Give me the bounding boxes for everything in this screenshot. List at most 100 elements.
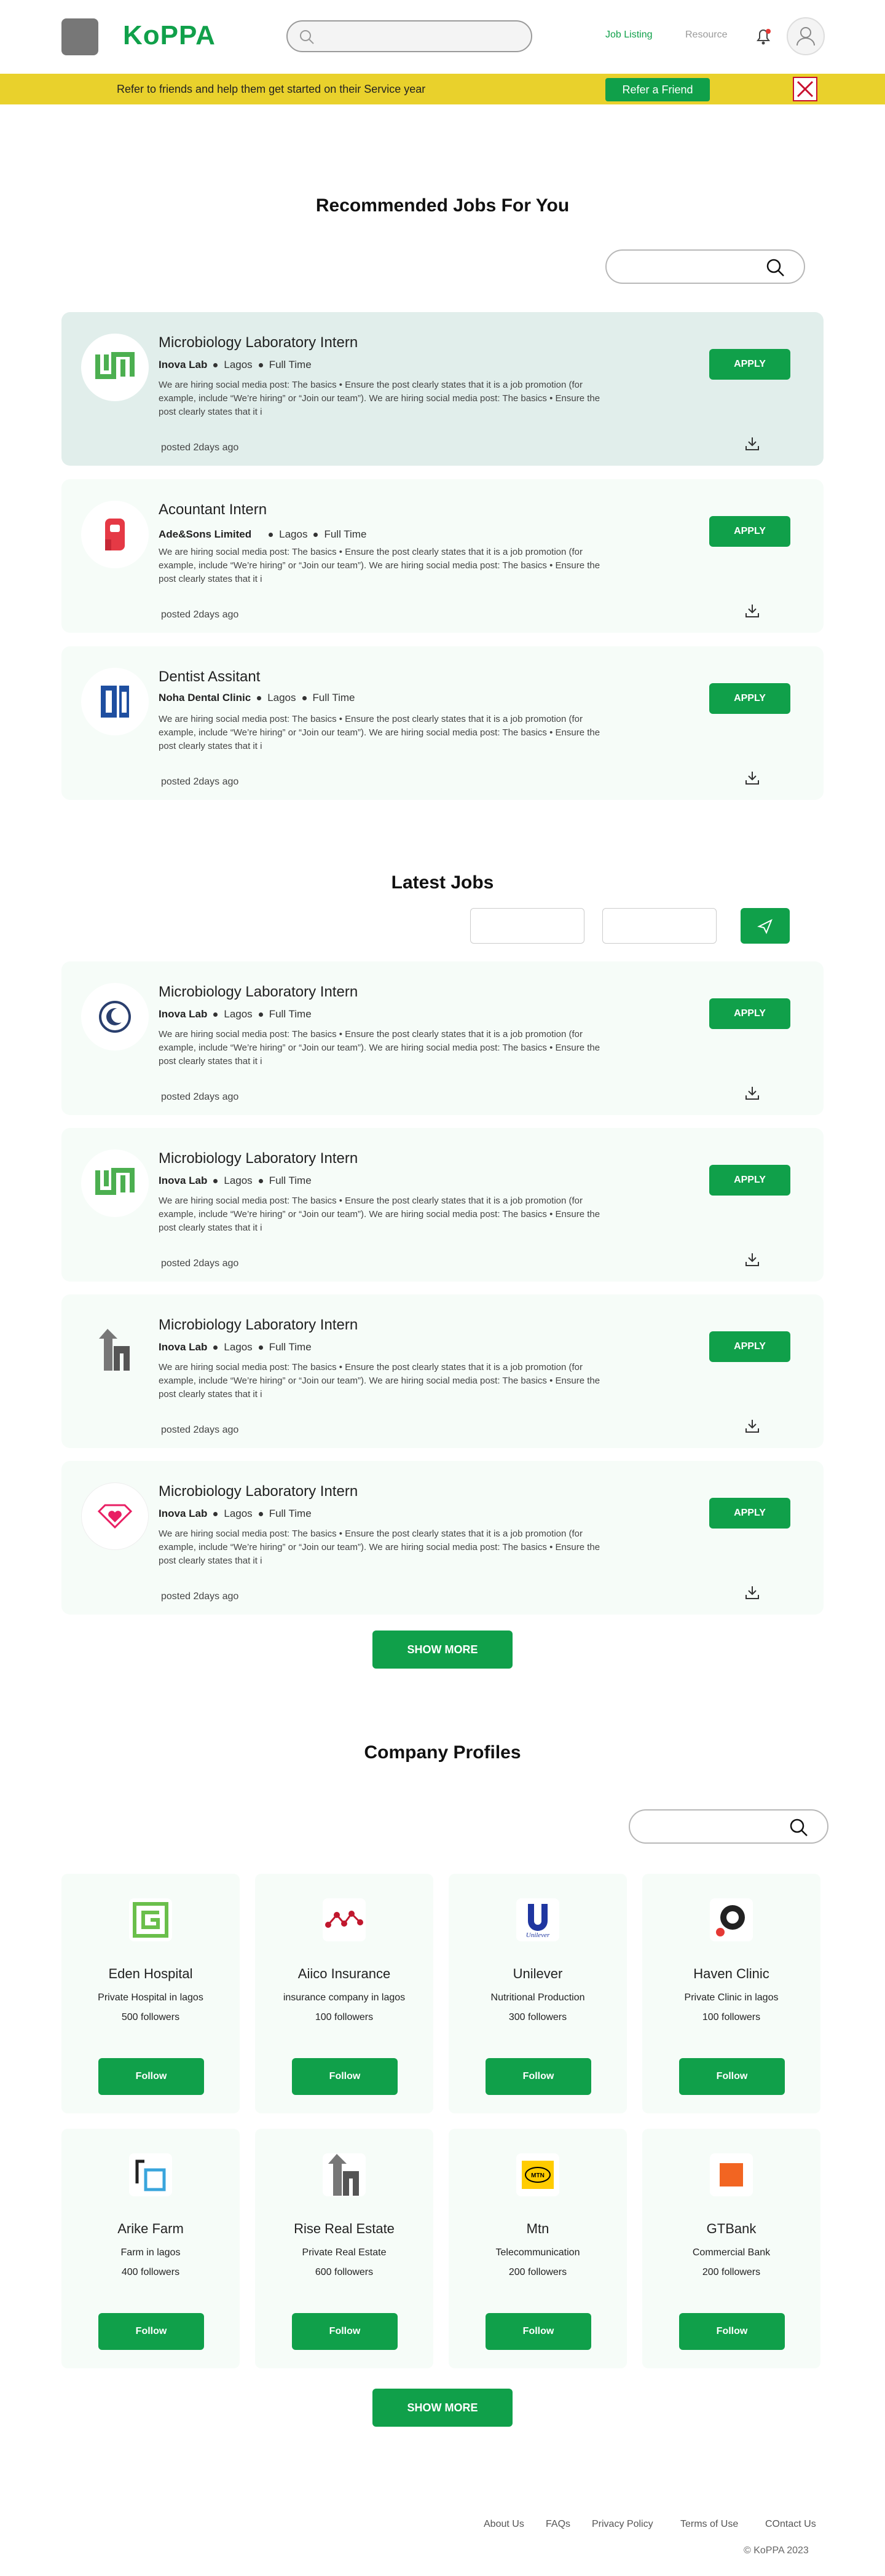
company-followers: 500 followers [121, 2012, 180, 2022]
separator-dot [213, 1345, 218, 1350]
follow-button[interactable]: Follow [486, 2313, 591, 2350]
apply-button[interactable]: APPLY [709, 1498, 790, 1529]
job-title[interactable]: Acountant Intern [159, 501, 267, 519]
job-posted-time: posted 2days ago [161, 609, 239, 620]
job-card[interactable]: Acountant Intern Ade&Sons Limited Lagos Fu… [61, 479, 824, 633]
job-card[interactable]: Microbiology Laboratory Intern Inova Lab… [61, 1128, 824, 1282]
company-name[interactable]: Arike Farm [61, 2221, 240, 2237]
company-card[interactable]: GTBank Commercial Bank 200 followers Fol… [642, 2129, 820, 2368]
download-icon[interactable] [744, 1417, 761, 1435]
company-card[interactable]: MTN Mtn Telecommunication 200 followers … [449, 2129, 627, 2368]
company-name[interactable]: Aiico Insurance [255, 1966, 433, 1982]
job-title[interactable]: Dentist Assitant [159, 668, 260, 686]
company-name[interactable]: Ade&Sons Limited [159, 528, 251, 541]
filter-submit-button[interactable] [741, 908, 790, 944]
company-name[interactable]: Inova Lab [159, 1341, 207, 1353]
referral-banner: Refer to friends and help them get start… [0, 74, 885, 104]
footer-link-faqs[interactable]: FAQs [546, 2519, 570, 2530]
download-icon[interactable] [744, 769, 761, 786]
follow-button[interactable]: Follow [486, 2058, 591, 2095]
filter-input-1[interactable] [470, 908, 584, 944]
footer-link-contact[interactable]: COntact Us [765, 2519, 816, 2530]
job-title[interactable]: Microbiology Laboratory Intern [159, 1483, 358, 1500]
company-name[interactable]: Eden Hospital [61, 1966, 240, 1982]
company-card[interactable]: Unilever Unilever Nutritional Production… [449, 1874, 627, 2113]
apply-button[interactable]: APPLY [709, 1331, 790, 1362]
company-card[interactable]: Eden Hospital Private Hospital in lagos … [61, 1874, 240, 2113]
company-card[interactable]: Haven Clinic Private Clinic in lagos 100… [642, 1874, 820, 2113]
company-name[interactable]: Inova Lab [159, 1008, 207, 1020]
company-name[interactable]: Unilever [449, 1966, 627, 1982]
follow-button[interactable]: Follow [292, 2058, 398, 2095]
search-input[interactable] [286, 20, 532, 52]
recommended-search-input[interactable] [605, 249, 805, 284]
separator-dot [258, 1345, 263, 1350]
company-followers: 100 followers [702, 2012, 761, 2022]
company-type: Farm in lagos [120, 2247, 181, 2258]
brand-name[interactable]: KoPPA [123, 20, 216, 51]
company-logo [81, 501, 149, 568]
follow-button[interactable]: Follow [98, 2313, 204, 2350]
job-title[interactable]: Microbiology Laboratory Intern [159, 1150, 358, 1167]
job-description: We are hiring social media post: The bas… [159, 1362, 600, 1400]
company-name[interactable]: Inova Lab [159, 1508, 207, 1520]
refer-friend-button[interactable]: Refer a Friend [605, 78, 710, 101]
job-card[interactable]: Microbiology Laboratory Intern Inova Lab… [61, 1461, 824, 1615]
company-name[interactable]: Mtn [449, 2221, 627, 2237]
job-card[interactable]: Dentist Assitant Noha Dental Clinic Lagos… [61, 646, 824, 800]
latest-show-more-button[interactable]: SHOW MORE [372, 1631, 513, 1669]
footer-link-privacy[interactable]: Privacy Policy [592, 2519, 653, 2530]
company-name[interactable]: GTBank [642, 2221, 820, 2237]
apply-button[interactable]: APPLY [709, 349, 790, 380]
apply-button[interactable]: APPLY [709, 998, 790, 1029]
job-title[interactable]: Microbiology Laboratory Intern [159, 334, 358, 351]
gtbank-logo-icon [720, 2163, 743, 2186]
download-icon[interactable] [744, 1584, 761, 1601]
company-name[interactable]: Haven Clinic [642, 1966, 820, 1982]
download-icon[interactable] [744, 602, 761, 619]
user-avatar[interactable] [787, 17, 825, 55]
job-card[interactable]: Microbiology Laboratory Intern Inova Lab… [61, 961, 824, 1115]
company-name[interactable]: Inova Lab [159, 359, 207, 371]
job-type: Full Time [269, 1341, 312, 1353]
job-title[interactable]: Microbiology Laboratory Intern [159, 1317, 358, 1334]
apply-button[interactable]: APPLY [709, 1165, 790, 1196]
nd-logo-icon [101, 686, 129, 718]
job-posted-time: posted 2days ago [161, 777, 239, 787]
company-card[interactable]: Rise Real Estate Private Real Estate 600… [255, 2129, 433, 2368]
company-search-input[interactable] [629, 1809, 828, 1844]
company-logo [81, 1316, 149, 1384]
follow-button[interactable]: Follow [679, 2058, 785, 2095]
company-name[interactable]: Rise Real Estate [255, 2221, 433, 2237]
download-icon[interactable] [744, 1084, 761, 1102]
notification-bell-icon[interactable] [755, 27, 772, 45]
job-meta: Ade&Sons Limited Lagos Full Time [159, 528, 366, 541]
companies-show-more-button[interactable]: SHOW MORE [372, 2389, 513, 2427]
company-name[interactable]: Inova Lab [159, 1175, 207, 1187]
company-logo [81, 1149, 149, 1217]
follow-button[interactable]: Follow [679, 2313, 785, 2350]
follow-button[interactable]: Follow [292, 2313, 398, 2350]
job-title[interactable]: Microbiology Laboratory Intern [159, 984, 358, 1001]
close-banner-button[interactable] [793, 77, 817, 101]
download-icon[interactable] [744, 435, 761, 452]
job-card[interactable]: Microbiology Laboratory Intern Inova Lab… [61, 1294, 824, 1448]
job-posted-time: posted 2days ago [161, 1258, 239, 1269]
job-meta: Inova Lab Lagos Full Time [159, 1341, 312, 1353]
job-card[interactable]: Microbiology Laboratory Intern Inova Lab… [61, 312, 824, 466]
footer-link-terms[interactable]: Terms of Use [680, 2519, 738, 2530]
apply-button[interactable]: APPLY [709, 516, 790, 547]
filter-input-2[interactable] [602, 908, 717, 944]
company-followers: 200 followers [508, 2267, 567, 2277]
company-card[interactable]: Arike Farm Farm in lagos 400 followers F… [61, 2129, 240, 2368]
follow-button[interactable]: Follow [98, 2058, 204, 2095]
company-card[interactable]: Aiico Insurance insurance company in lag… [255, 1874, 433, 2113]
company-name[interactable]: Noha Dental Clinic [159, 692, 251, 704]
footer-link-about[interactable]: About Us [484, 2519, 524, 2530]
download-icon[interactable] [744, 1251, 761, 1268]
apply-button[interactable]: APPLY [709, 683, 790, 714]
nav-resource[interactable]: Resource [685, 29, 727, 41]
nav-job-listing[interactable]: Job Listing [605, 29, 653, 41]
app-logo[interactable] [61, 18, 98, 55]
company-logo [710, 2153, 753, 2196]
